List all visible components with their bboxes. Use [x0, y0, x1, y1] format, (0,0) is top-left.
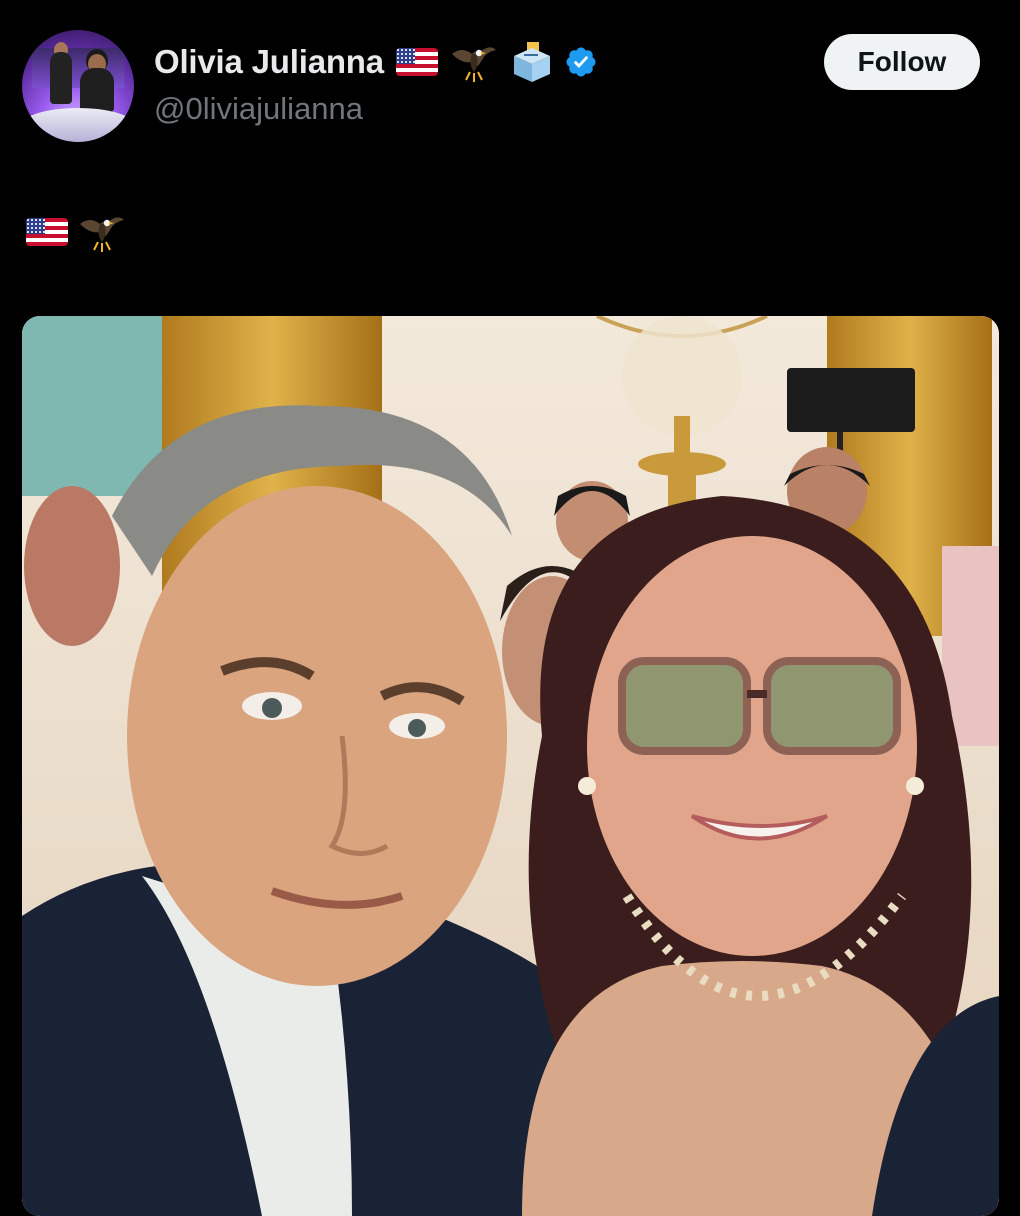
author-name-row: Olivia Julianna — [154, 40, 598, 84]
tweet-photo[interactable] — [22, 316, 999, 1216]
author-handle[interactable]: @0liviajulianna — [154, 91, 363, 127]
tweet-text — [26, 206, 126, 258]
display-name[interactable]: Olivia Julianna — [154, 43, 384, 81]
us-flag-icon — [26, 218, 68, 246]
speaker — [787, 368, 915, 432]
us-flag-icon — [395, 48, 438, 76]
eagle-icon — [80, 217, 124, 252]
selfie-illustration — [22, 316, 999, 1216]
verified-badge-icon — [566, 47, 596, 77]
avatar[interactable] — [22, 30, 134, 142]
tweet-header: Olivia Julianna @0liviajulianna Follow — [0, 0, 1020, 150]
eagle-icon — [451, 47, 496, 82]
ballot-box-icon — [513, 42, 550, 82]
follow-button[interactable]: Follow — [824, 34, 980, 90]
